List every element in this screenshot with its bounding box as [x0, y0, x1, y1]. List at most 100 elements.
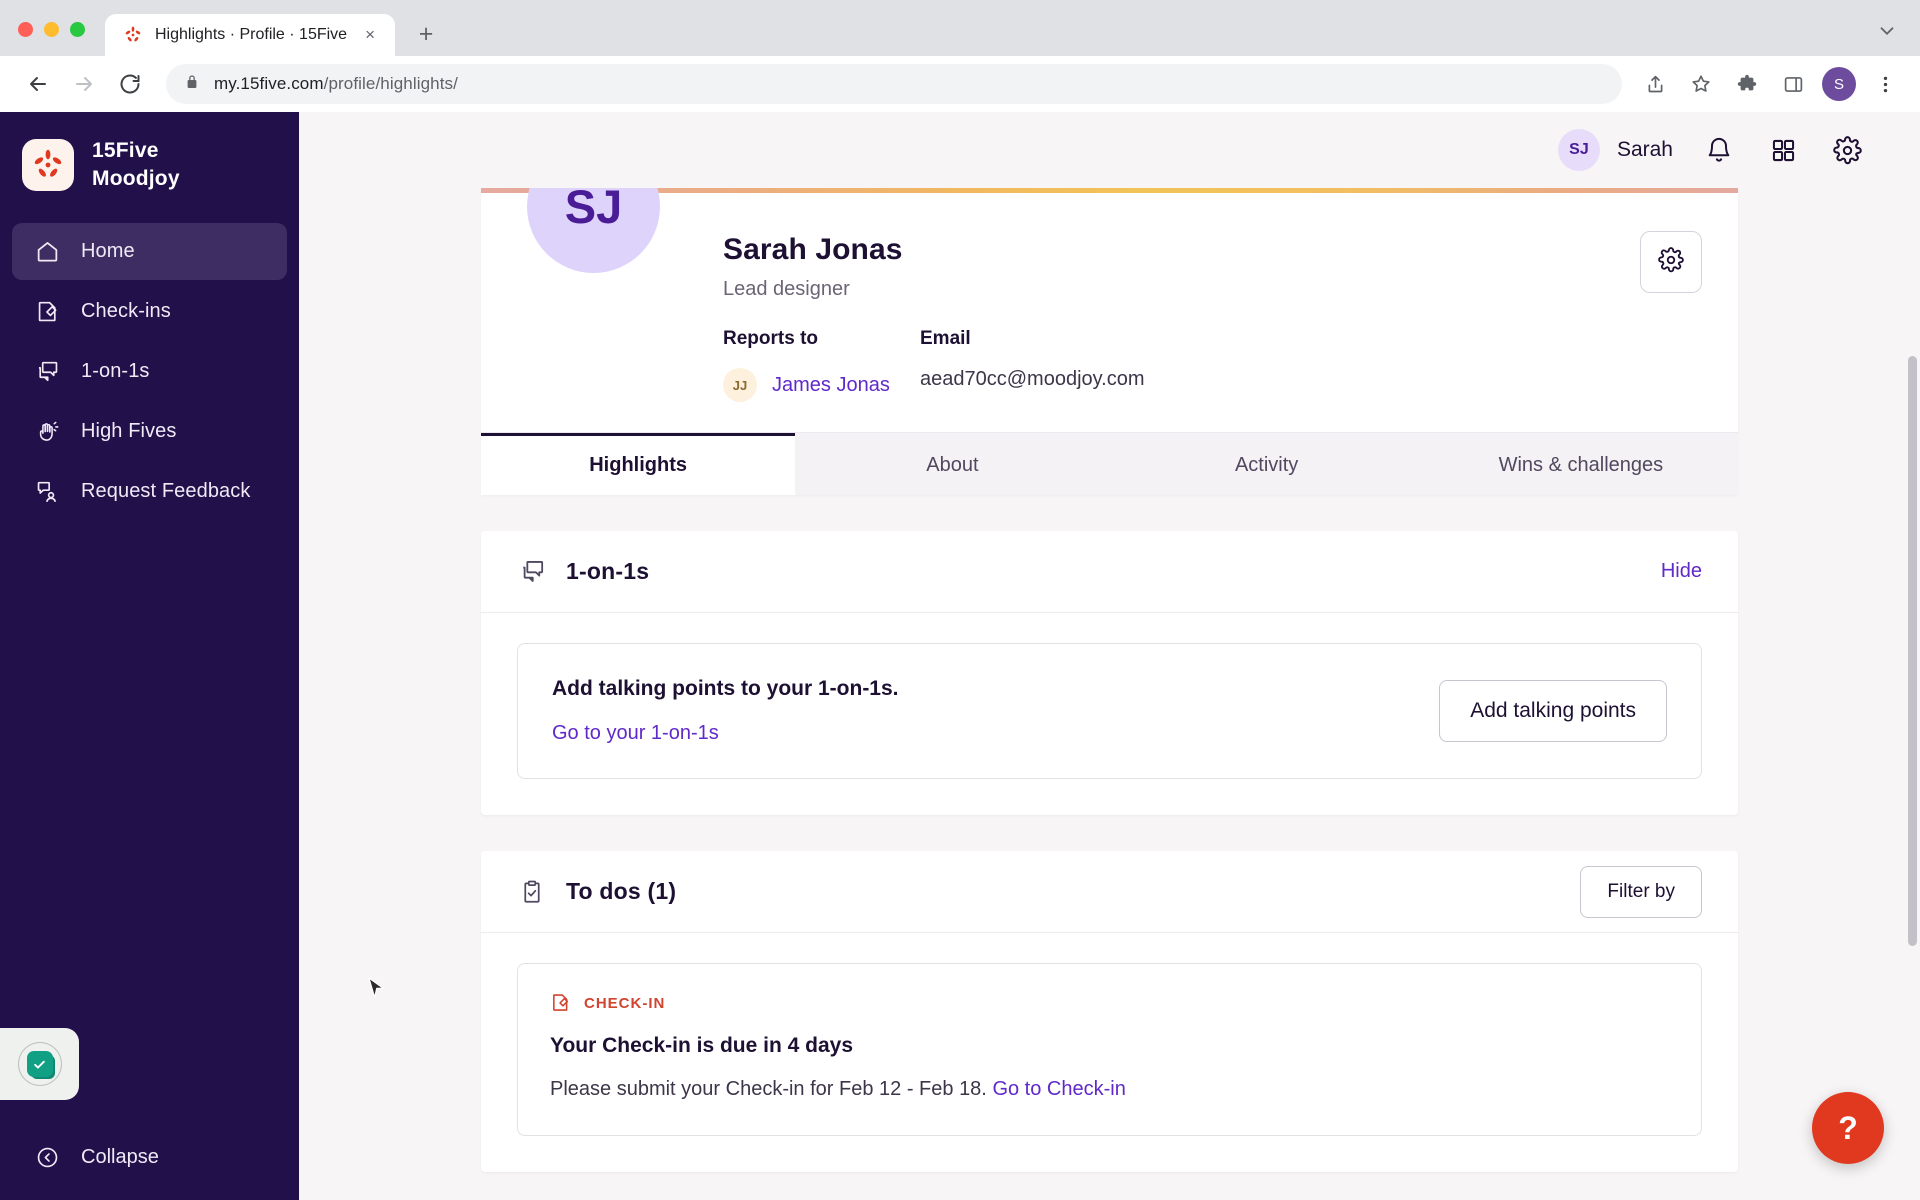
page-title: Sarah Jonas: [723, 233, 1702, 267]
sidebar-item-check-ins[interactable]: Check-ins: [12, 283, 287, 340]
feedback-person-icon: [34, 478, 60, 504]
reports-to-label: Reports to: [723, 328, 920, 350]
tab-list-chevron-icon[interactable]: [1876, 20, 1920, 56]
page-scrollbar[interactable]: [1908, 356, 1917, 946]
topbar-user-chip[interactable]: SJ Sarah: [1558, 129, 1673, 171]
15five-logo-icon: [22, 139, 74, 191]
profile-meta: Reports to JJ James Jonas Email aead: [723, 328, 1702, 402]
sidebar-nav: Home Check-ins: [0, 223, 299, 520]
profile-body: SJ Sarah Jonas Lead designer Reports to …: [481, 193, 1738, 432]
share-icon[interactable]: [1638, 67, 1672, 101]
sidebar-item-label: 1-on-1s: [81, 360, 150, 383]
browser-toolbar: my.15five.com/profile/highlights/: [0, 56, 1920, 112]
collapse-label: Collapse: [81, 1146, 159, 1169]
card-header-actions: Filter by: [1580, 866, 1702, 918]
card-header: To dos (1) Filter by: [481, 851, 1738, 933]
sidebar-item-label: High Fives: [81, 420, 176, 443]
sidebar-item-1-on-1s[interactable]: 1-on-1s: [12, 343, 287, 400]
help-button[interactable]: ?: [1812, 1092, 1884, 1164]
profile-role: Lead designer: [723, 278, 1702, 301]
topbar-user-name: Sarah: [1617, 138, 1673, 162]
todo-tag-label: CHECK-IN: [584, 995, 665, 1012]
sidebar-item-high-fives[interactable]: High Fives: [12, 403, 287, 460]
profile-tabs: Highlights About Activity Wins & challen…: [481, 432, 1738, 495]
apps-grid-icon[interactable]: [1765, 132, 1801, 168]
address-bar[interactable]: my.15five.com/profile/highlights/: [166, 64, 1622, 104]
browser-window: Highlights · Profile · 15Five × +: [0, 0, 1920, 1200]
tab-activity[interactable]: Activity: [1110, 433, 1424, 495]
brand-block[interactable]: 15Five Moodjoy: [0, 112, 299, 223]
settings-gear-icon[interactable]: [1829, 132, 1865, 168]
manager-link[interactable]: James Jonas: [772, 374, 890, 397]
browser-profile-avatar[interactable]: S: [1822, 67, 1856, 101]
chevron-left-circle-icon: [34, 1144, 60, 1170]
card-body: Add talking points to your 1-on-1s. Go t…: [481, 613, 1738, 815]
new-tab-button[interactable]: +: [409, 17, 443, 51]
profile-header-card: SJ Sarah Jonas Lead designer Reports to …: [481, 188, 1738, 495]
side-panel-icon[interactable]: [1776, 67, 1810, 101]
one-on-ones-card: 1-on-1s Hide Add talking points to your …: [481, 531, 1738, 815]
brand-product-name: 15Five: [92, 138, 180, 165]
sidebar-item-home[interactable]: Home: [12, 223, 287, 280]
15five-logo-icon: [123, 25, 143, 45]
widget-ring: [18, 1042, 62, 1086]
status-badge: CHECK-IN: [550, 992, 1669, 1014]
tab-highlights[interactable]: Highlights: [481, 433, 795, 495]
todos-card: To dos (1) Filter by: [481, 851, 1738, 1172]
card-title: To dos (1): [566, 878, 676, 905]
talking-points-prompt: Add talking points to your 1-on-1s. Go t…: [517, 643, 1702, 779]
tab-about[interactable]: About: [795, 433, 1109, 495]
brand-names: 15Five Moodjoy: [92, 138, 180, 193]
browser-tab[interactable]: Highlights · Profile · 15Five ×: [105, 14, 395, 56]
reports-to-value[interactable]: JJ James Jonas: [723, 368, 920, 402]
todo-item[interactable]: CHECK-IN Your Check-in is due in 4 days …: [517, 963, 1702, 1136]
browser-tab-strip: Highlights · Profile · 15Five × +: [0, 0, 1920, 56]
add-talking-points-button[interactable]: Add talking points: [1439, 680, 1667, 742]
chat-bubbles-icon: [517, 557, 547, 587]
collapse-sidebar-button[interactable]: Collapse: [0, 1132, 299, 1182]
mouse-cursor: [368, 977, 386, 1003]
window-traffic-lights: [18, 22, 85, 56]
menu-kebab-icon[interactable]: [1868, 67, 1902, 101]
chat-bubbles-icon: [34, 358, 60, 384]
reload-icon[interactable]: [110, 64, 150, 104]
hide-link[interactable]: Hide: [1661, 560, 1702, 583]
todo-title: Your Check-in is due in 4 days: [550, 1034, 1669, 1058]
avatar: SJ: [1558, 129, 1600, 171]
profile-info: Sarah Jonas Lead designer Reports to JJ …: [529, 193, 1702, 432]
close-tab-button[interactable]: ×: [359, 24, 381, 46]
page-content: SJ Sarah Jonas Lead designer Reports to …: [481, 188, 1738, 1200]
back-icon[interactable]: [18, 64, 58, 104]
checkin-note-icon: [550, 992, 572, 1014]
sidebar-item-label: Request Feedback: [81, 480, 250, 503]
maximize-window-button[interactable]: [70, 22, 85, 37]
sidebar-item-label: Check-ins: [81, 300, 171, 323]
notifications-bell-icon[interactable]: [1701, 132, 1737, 168]
sidebar-item-request-feedback[interactable]: Request Feedback: [12, 463, 287, 520]
go-to-check-in-link[interactable]: Go to Check-in: [992, 1078, 1125, 1100]
toolbar-icons: S: [1638, 67, 1902, 101]
card-body: CHECK-IN Your Check-in is due in 4 days …: [481, 933, 1738, 1172]
address-bar-url: my.15five.com/profile/highlights/: [214, 74, 458, 94]
task-status-widget[interactable]: [0, 1028, 79, 1100]
filter-by-button[interactable]: Filter by: [1580, 866, 1702, 918]
app-topbar: SJ Sarah: [299, 112, 1920, 188]
card-header: 1-on-1s Hide: [481, 531, 1738, 613]
bookmark-star-icon[interactable]: [1684, 67, 1718, 101]
minimize-window-button[interactable]: [44, 22, 59, 37]
go-to-one-on-ones-link[interactable]: Go to your 1-on-1s: [552, 722, 719, 745]
tab-wins-challenges[interactable]: Wins & challenges: [1424, 433, 1738, 495]
profile-settings-button[interactable]: [1640, 231, 1702, 293]
sidebar: 15Five Moodjoy Home: [0, 112, 299, 1200]
main-area: SJ Sarah: [299, 112, 1920, 1200]
card-title: 1-on-1s: [566, 558, 649, 585]
forward-icon[interactable]: [64, 64, 104, 104]
prompt-text-block: Add talking points to your 1-on-1s. Go t…: [552, 677, 1439, 745]
prompt-title: Add talking points to your 1-on-1s.: [552, 677, 1439, 701]
close-window-button[interactable]: [18, 22, 33, 37]
extensions-puzzle-icon[interactable]: [1730, 67, 1764, 101]
avatar: JJ: [723, 368, 757, 402]
application-root: 15Five Moodjoy Home: [0, 112, 1920, 1200]
gear-icon: [1658, 247, 1684, 278]
browser-tab-title: Highlights · Profile · 15Five: [155, 26, 347, 44]
